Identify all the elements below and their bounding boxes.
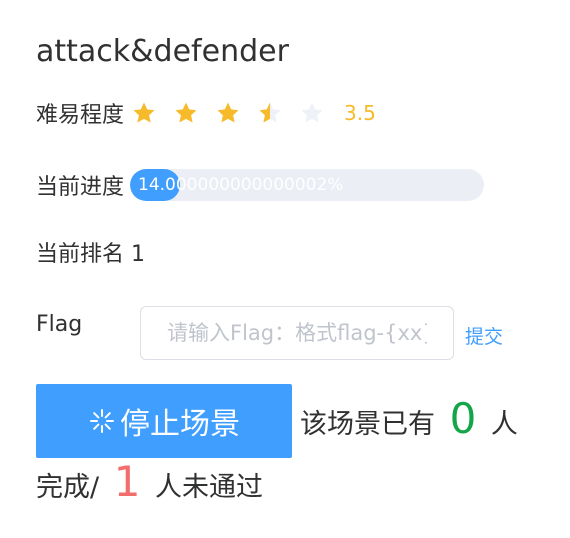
failed-count: 1: [113, 457, 141, 506]
scenario-title: attack&defender: [36, 34, 289, 69]
star-icon: [216, 101, 240, 125]
star-rating: [132, 101, 342, 125]
scenario-panel: attack&defender 难易程度 3.5 当前进度 14.0000000…: [0, 0, 570, 538]
progress-bar: 14.000000000000002%: [130, 169, 485, 201]
completion-status-line1: 该场景已有 0 人: [300, 392, 518, 452]
stop-scenario-label: 停止场景: [120, 407, 240, 442]
completion-prefix: 该场景已有: [300, 409, 435, 440]
flag-input[interactable]: [140, 306, 454, 360]
loading-spinner-icon: [88, 407, 116, 435]
completed-count: 0: [449, 394, 477, 443]
flag-label: Flag: [36, 312, 83, 337]
difficulty-label: 难易程度: [36, 103, 125, 128]
difficulty-row: 难易程度 3.5: [36, 98, 376, 128]
progress-row: 当前进度 14.000000000000002%: [36, 169, 485, 201]
star-icon: [174, 101, 198, 125]
completion-unit: 人: [490, 409, 518, 440]
failed-suffix: 人未通过: [155, 472, 264, 503]
progress-text: 14.000000000000002%: [138, 175, 344, 195]
progress-label: 当前进度: [36, 175, 125, 200]
star-icon: [132, 101, 156, 125]
completion-status-line2: 完成/ 1 人未通过: [36, 454, 263, 516]
submit-link[interactable]: 提交: [465, 322, 503, 349]
stop-scenario-button[interactable]: 停止场景: [36, 384, 292, 458]
rank-text: 当前排名 1: [36, 242, 145, 267]
star-half-icon: [258, 101, 282, 125]
star-empty-icon: [300, 101, 324, 125]
completed-label: 完成/: [36, 472, 100, 503]
difficulty-value: 3.5: [344, 101, 376, 125]
